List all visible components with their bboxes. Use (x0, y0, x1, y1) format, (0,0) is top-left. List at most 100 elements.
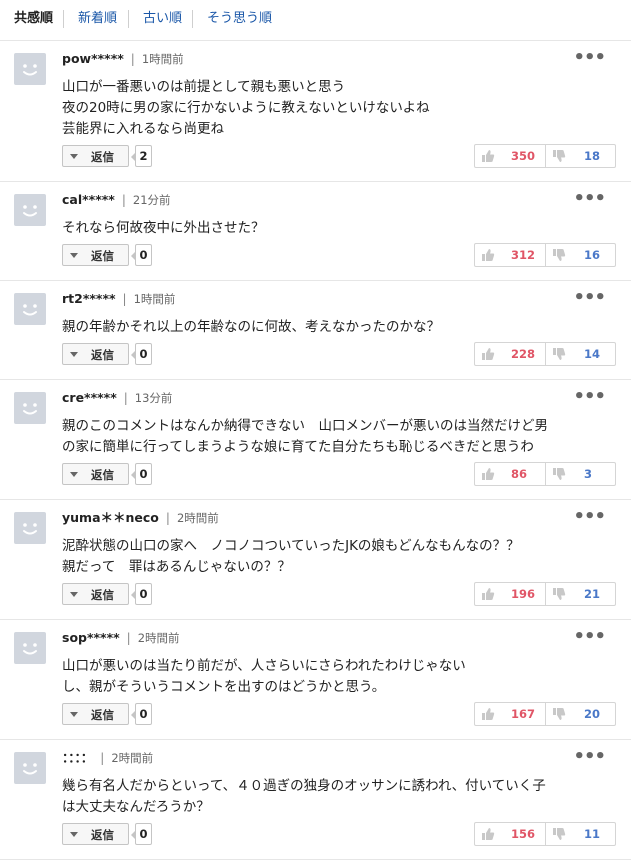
meta-divider: | (130, 52, 135, 66)
avatar-face-icon (23, 64, 37, 76)
agree-button[interactable]: 156 (475, 823, 545, 845)
reply-button[interactable]: 返信 (62, 583, 129, 605)
agree-button[interactable]: 167 (475, 703, 545, 725)
disagree-button[interactable]: 21 (546, 583, 616, 605)
timestamp: 13分前 (134, 391, 173, 405)
username[interactable]: cre***** (62, 390, 117, 405)
avatar-face-icon (23, 403, 37, 415)
disagree-button[interactable]: 14 (546, 343, 616, 365)
reply-button[interactable]: 返信 (62, 823, 129, 845)
agree-count: 156 (511, 827, 536, 841)
meta-divider: | (165, 511, 170, 525)
disagree-button[interactable]: 18 (546, 145, 616, 167)
comment-text-line: は大丈夫なんだろうか？ (62, 799, 210, 815)
reply-count: 0 (131, 244, 152, 266)
timestamp: 2時間前 (111, 751, 154, 765)
thumbs-down-icon (553, 828, 566, 840)
more-options-icon[interactable]: ••• (573, 746, 606, 767)
vote-box: 156 11 (474, 822, 616, 846)
comment-text-line: 親の年齢かそれ以上の年齢なのに何故、考えなかったのかな？ (62, 319, 440, 335)
timestamp: 1時間前 (133, 292, 176, 306)
chevron-down-icon (70, 253, 78, 258)
agree-count: 228 (511, 347, 536, 361)
vote-box: 228 14 (474, 342, 616, 366)
tab-agree[interactable]: そう思う順 (207, 10, 272, 28)
tab-newest[interactable]: 新着順 (78, 10, 117, 28)
comment-text-line: 夜の20時に男の家に行かないように教えないといけないよね (62, 100, 430, 116)
username[interactable]: rt2***** (62, 291, 116, 306)
meta-divider: | (100, 751, 105, 765)
agree-button[interactable]: 196 (475, 583, 545, 605)
reply-count: 0 (131, 823, 152, 845)
comment-body: 泥酔状態の山口の家へ ノコノコついていったJKの娘もどんなもんなの？？ 親だって … (62, 536, 617, 578)
avatar-face-icon (23, 304, 37, 316)
thumbs-up-icon (482, 828, 495, 840)
username[interactable]: cal***** (62, 192, 115, 207)
avatar-face-icon (23, 763, 37, 775)
timestamp: 1時間前 (141, 52, 184, 66)
agree-button[interactable]: 86 (475, 463, 545, 485)
more-options-icon[interactable]: ••• (573, 506, 606, 527)
chevron-down-icon (70, 592, 78, 597)
agree-count: 312 (511, 248, 536, 262)
comment-item: rt2***** | 1時間前 ••• 親の年齢かそれ以上の年齢なのに何故、考えなか… (0, 281, 631, 380)
disagree-count: 3 (584, 467, 593, 481)
username[interactable]: ：：：： (62, 750, 93, 765)
thumbs-down-icon (553, 150, 566, 162)
comment-meta: cre***** | 13分前 (62, 390, 172, 406)
avatar (14, 293, 46, 325)
reply-button[interactable]: 返信 (62, 463, 129, 485)
comment-meta: pow***** | 1時間前 (62, 51, 184, 67)
disagree-button[interactable]: 11 (546, 823, 616, 845)
agree-button[interactable]: 350 (475, 145, 545, 167)
more-options-icon[interactable]: ••• (573, 188, 606, 209)
username[interactable]: pow***** (62, 51, 124, 66)
tab-empathy[interactable]: 共感順 (14, 10, 53, 28)
comment-item: ：：：： | 2時間前 ••• 幾ら有名人だからといって、４０過ぎの独身のオッサンに… (0, 740, 631, 860)
meta-divider: | (122, 292, 127, 306)
thumbs-up-icon (482, 150, 495, 162)
agree-button[interactable]: 228 (475, 343, 545, 365)
tab-oldest[interactable]: 古い順 (143, 10, 182, 28)
agree-button[interactable]: 312 (475, 244, 545, 266)
comment-text-line: 幾ら有名人だからといって、４０過ぎの独身のオッサンに誘われ、付いていく子 (62, 778, 546, 794)
more-options-icon[interactable]: ••• (573, 287, 606, 308)
reply-button[interactable]: 返信 (62, 145, 129, 167)
comment-item: yuma＊＊neco | 2時間前 ••• 泥酔状態の山口の家へ ノコノコついていっ… (0, 500, 631, 620)
comment-text-line: それなら何故夜中に外出させた？ (62, 220, 265, 236)
disagree-button[interactable]: 3 (546, 463, 616, 485)
disagree-button[interactable]: 20 (546, 703, 616, 725)
avatar (14, 632, 46, 664)
chevron-down-icon (70, 352, 78, 357)
reply-label: 返信 (91, 249, 114, 263)
username[interactable]: sop***** (62, 630, 120, 645)
reply-button[interactable]: 返信 (62, 343, 129, 365)
agree-count: 86 (511, 467, 528, 481)
reply-button[interactable]: 返信 (62, 244, 129, 266)
agree-count: 167 (511, 707, 536, 721)
disagree-count: 18 (584, 149, 601, 163)
reply-label: 返信 (91, 348, 114, 362)
reply-button[interactable]: 返信 (62, 703, 129, 725)
reply-count: 0 (131, 583, 152, 605)
username[interactable]: yuma＊＊neco (62, 510, 159, 525)
reply-count: 0 (131, 343, 152, 365)
comment-text-line: し、親がそういうコメントを出すのはどうかと思う。 (62, 679, 386, 695)
comment-text-line: 親だって 罪はあるんじゃないの？？ (62, 559, 291, 575)
more-options-icon[interactable]: ••• (573, 626, 606, 647)
comment-body: 幾ら有名人だからといって、４０過ぎの独身のオッサンに誘われ、付いていく子 は大丈夫… (62, 776, 617, 818)
more-options-icon[interactable]: ••• (573, 386, 606, 407)
more-options-icon[interactable]: ••• (573, 47, 606, 68)
thumbs-up-icon (482, 588, 495, 600)
thumbs-up-icon (482, 348, 495, 360)
comment-item: cal***** | 21分前 ••• それなら何故夜中に外出させた？ 返信 0 3… (0, 182, 631, 281)
comment-body: 親のこのコメントはなんか納得できない 山口メンバーが悪いのは当然だけど男 の家に簡… (62, 416, 617, 458)
thumbs-down-icon (553, 588, 566, 600)
avatar-face-icon (23, 523, 37, 535)
comment-body: 山口が一番悪いのは前提として親も悪いと思う 夜の20時に男の家に行かないように教え… (62, 77, 617, 140)
comment-body: それなら何故夜中に外出させた？ (62, 218, 617, 239)
disagree-button[interactable]: 16 (546, 244, 616, 266)
comment-meta: cal***** | 21分前 (62, 192, 171, 208)
comment-item: pow***** | 1時間前 ••• 山口が一番悪いのは前提として親も悪いと思う夜… (0, 41, 631, 182)
avatar-face-icon (23, 643, 37, 655)
